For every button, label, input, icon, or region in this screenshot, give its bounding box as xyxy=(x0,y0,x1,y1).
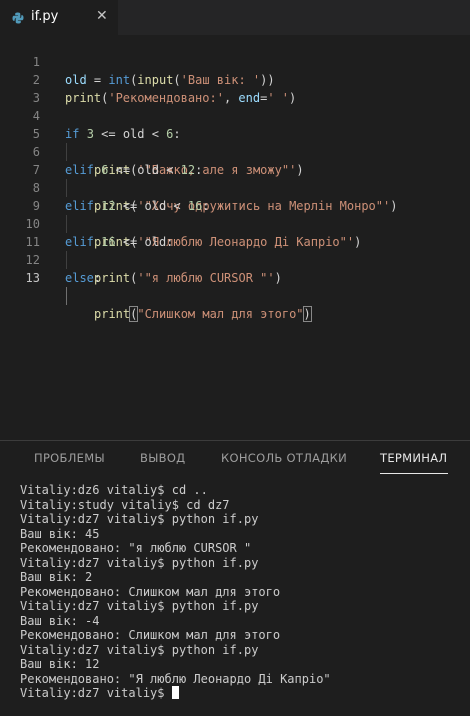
terminal-line: Рекомендовано: "я люблю CURSOR " xyxy=(20,541,252,555)
tab-if-py[interactable]: if.py ✕ xyxy=(0,0,118,35)
code-line: 7 print('"Хочу одружитись на Мерлін Монр… xyxy=(0,143,470,213)
tab-debug-console[interactable]: КОНСОЛЬ ОТЛАДКИ xyxy=(221,451,347,465)
code-content: print('"я люблю CURSOR "') xyxy=(94,271,282,285)
code-editor[interactable]: 1 old = int(input('Ваш вік: ')) 2 print(… xyxy=(0,35,470,440)
terminal-line: Рекомендовано: "Я люблю Леонардо Ді Капр… xyxy=(20,671,331,686)
code-line: 2 print('Рекомендовано:', end=' ') xyxy=(0,53,470,105)
code-line: 8 elif 12 <= old < 16: xyxy=(0,161,470,213)
terminal[interactable]: Vitaliy:dz6 vitaliy$ cd .. Vitaliy:study… xyxy=(20,483,460,701)
tab-terminal[interactable]: ТЕРМИНАЛ xyxy=(380,451,447,465)
terminal-line: Ваш вік: 45 xyxy=(20,526,100,541)
code-line: 3 xyxy=(0,71,470,105)
code-line: 1 old = int(input('Ваш вік: ')) xyxy=(0,35,470,87)
active-tab-indicator xyxy=(380,473,448,474)
tab-output[interactable]: ВЫВОД xyxy=(140,451,185,465)
tab-problems[interactable]: ПРОБЛЕМЫ xyxy=(34,451,105,465)
python-icon xyxy=(12,12,24,24)
code-line: 5 print('"Важко, але я зможу"') xyxy=(0,107,470,177)
terminal-line: Vitaliy:dz7 vitaliy$ python if.py xyxy=(20,555,259,570)
terminal-line: Рекомендовано: Слишком мал для этого xyxy=(20,628,281,642)
code-line: 9 print('"Я люблю Леонардо Ді Капріо"') xyxy=(0,179,470,249)
code-content: print("Слишком мал для этого") xyxy=(94,306,312,322)
tab-title: if.py xyxy=(31,9,59,24)
terminal-prompt: Vitaliy:dz7 vitaliy$ xyxy=(20,686,172,700)
bracket-match: ) xyxy=(302,306,312,322)
terminal-cursor xyxy=(171,686,179,699)
close-icon[interactable]: ✕ xyxy=(96,8,108,24)
panel-tabs: ПРОБЛЕМЫ ВЫВОД КОНСОЛЬ ОТЛАДКИ ТЕРМИНАЛ xyxy=(0,441,470,475)
code-line-current: 13 print("Слишком мал для этого") xyxy=(0,251,470,322)
bottom-panel: ПРОБЛЕМЫ ВЫВОД КОНСОЛЬ ОТЛАДКИ ТЕРМИНАЛ … xyxy=(0,440,470,716)
line-number: 13 xyxy=(25,271,40,285)
terminal-prompt-line[interactable]: Vitaliy:dz7 vitaliy$ xyxy=(20,686,460,701)
terminal-line: Ваш вік: 12 xyxy=(20,657,100,671)
terminal-line: Ваш вік: -4 xyxy=(20,613,100,628)
terminal-line: Vitaliy:dz6 vitaliy$ cd .. xyxy=(20,483,208,497)
terminal-line: Vitaliy:study vitaliy$ cd dz7 xyxy=(20,497,230,512)
terminal-line: Ваш вік: 2 xyxy=(20,570,93,584)
indent-guide xyxy=(66,287,67,305)
terminal-line: Vitaliy:dz7 vitaliy$ python if.py xyxy=(20,599,259,613)
code-line: 10 elif 16 <= old: xyxy=(0,197,470,249)
terminal-line: Vitaliy:dz7 vitaliy$ python if.py xyxy=(20,512,259,526)
terminal-line: Рекомендовано: Слишком мал для этого xyxy=(20,584,281,599)
code-line: 12 else: xyxy=(0,233,470,285)
code-line: 11 print('"я люблю CURSOR "') xyxy=(0,215,470,285)
terminal-line: Vitaliy:dz7 vitaliy$ python if.py xyxy=(20,642,259,657)
code-line: 4 if 3 <= old < 6: xyxy=(0,89,470,141)
code-line: 6 elif 6 <= old < 12: xyxy=(0,125,470,177)
editor-tab-bar: if.py ✕ xyxy=(0,0,470,35)
code-content: else: xyxy=(65,271,102,285)
